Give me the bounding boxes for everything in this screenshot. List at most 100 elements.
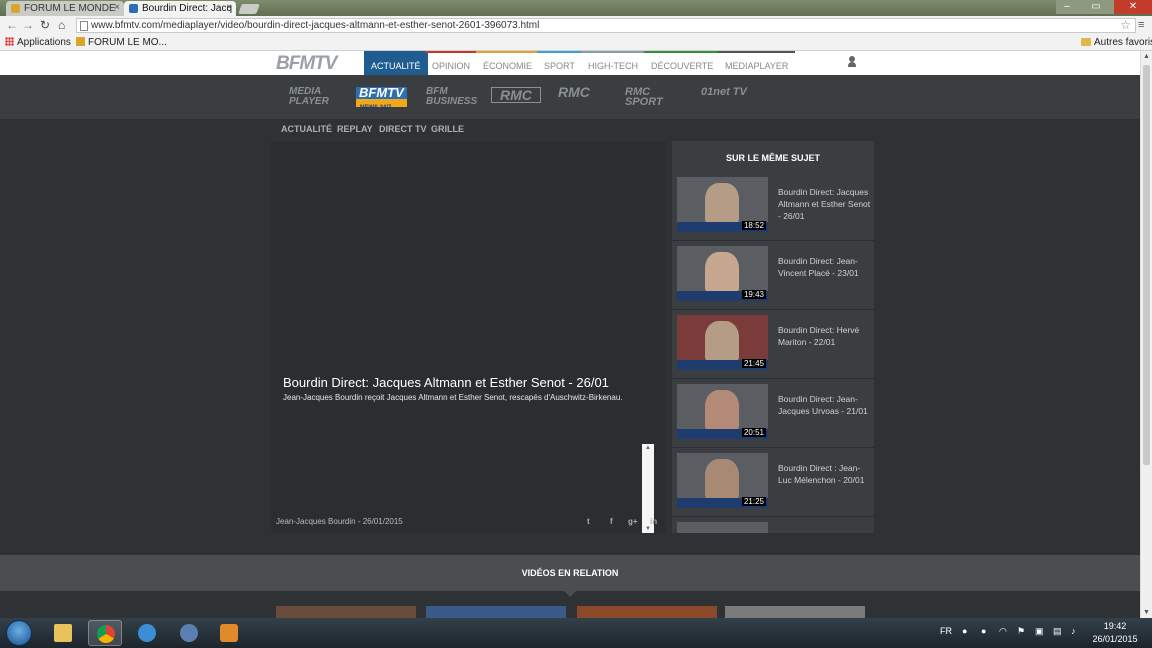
address-bar[interactable]: www.bfmtv.com/mediaplayer/video/bourdin-…	[76, 18, 1136, 33]
channel-bfmtv[interactable]: BFMTV	[356, 86, 407, 107]
tab-label: Bourdin Direct: Jacq	[142, 3, 233, 14]
new-tab-button[interactable]	[238, 4, 260, 14]
video-player[interactable]: Bourdin Direct: Jacques Altmann et Esthe…	[271, 141, 666, 533]
video-thumbnail[interactable]: 21:25	[677, 453, 768, 508]
system-clock[interactable]: 19:42 26/01/2015	[1090, 620, 1140, 646]
related-item-partial[interactable]	[672, 517, 874, 533]
nav-opinion[interactable]: OPINION	[425, 51, 478, 75]
relation-video-thumbnail[interactable]	[276, 606, 416, 618]
browser-tab-bourdin[interactable]: Bourdin Direct: Jacq ×	[124, 1, 236, 16]
site-top-nav: BFMTV ACTUALITÉ OPINION ÉCONOMIE SPORT H…	[0, 51, 1140, 75]
back-arrow-icon[interactable]: ←	[6, 18, 18, 32]
mail-icon	[180, 624, 198, 642]
windows-start-button[interactable]	[6, 620, 32, 646]
scroll-down-icon[interactable]: ▼	[645, 526, 651, 532]
linkedin-icon[interactable]: in	[650, 517, 657, 526]
related-item[interactable]: 21:25 Bourdin Direct : Jean-Luc Mélencho…	[672, 448, 874, 517]
forward-arrow-icon[interactable]: →	[22, 18, 34, 32]
related-item-title[interactable]: Bourdin Direct: Jacques Altmann et Esthe…	[778, 186, 872, 222]
channel-bfmtv-sub: NEWS 24/7	[360, 105, 392, 111]
taskbar-thunderbird[interactable]	[172, 620, 206, 646]
thumbnail-person	[705, 459, 739, 499]
network-icon[interactable]: ▤	[1053, 626, 1062, 637]
googleplus-icon[interactable]: g+	[628, 517, 638, 526]
taskbar-media-player[interactable]	[212, 620, 246, 646]
video-thumbnail[interactable]: 21:45	[677, 315, 768, 370]
nav-sport[interactable]: SPORT	[537, 51, 582, 75]
nav-economie[interactable]: ÉCONOMIE	[476, 51, 540, 75]
bookmark-apps[interactable]: Applications	[5, 37, 71, 48]
relation-video-thumbnail[interactable]	[426, 606, 566, 618]
video-thumbnail[interactable]: 20:51	[677, 384, 768, 439]
channel-01net-tv[interactable]: 01net TV	[701, 87, 747, 98]
taskbar-explorer[interactable]	[46, 620, 80, 646]
bookmark-forum-label: FORUM LE MO...	[88, 37, 167, 48]
home-icon[interactable]: ⌂	[58, 18, 65, 32]
close-window-button[interactable]: ✕	[1114, 0, 1152, 14]
page-scrollbar[interactable]: ▲ ▼	[1140, 51, 1152, 618]
video-thumbnail[interactable]	[677, 522, 768, 533]
video-duration: 19:43	[741, 290, 766, 299]
bookmark-star-icon[interactable]: ☆	[1120, 18, 1131, 32]
related-item-title[interactable]: Bourdin Direct: Jean-Jacques Urvoas - 21…	[778, 393, 872, 417]
channel-rmc-sport[interactable]: RMC SPORT	[625, 87, 685, 108]
chrome-menu-icon[interactable]: ≡	[1138, 19, 1144, 31]
channel-bfm-business[interactable]: BFM BUSINESS	[426, 87, 477, 107]
video-duration: 20:51	[741, 428, 766, 437]
reload-icon[interactable]: ↻	[40, 18, 50, 32]
taskbar-ie[interactable]	[130, 620, 164, 646]
apps-grid-icon	[5, 37, 14, 46]
bookmark-forum[interactable]: FORUM LE MO...	[76, 37, 167, 48]
subnav-grille[interactable]: GRILLE	[431, 124, 464, 134]
internet-explorer-icon	[138, 624, 156, 642]
video-duration: 21:25	[741, 497, 766, 506]
close-tab-icon[interactable]: ×	[226, 2, 232, 13]
related-item[interactable]: 18:52 Bourdin Direct: Jacques Altmann et…	[672, 172, 874, 241]
scrollbar-thumb[interactable]	[1143, 65, 1150, 465]
bookmarks-bar: Applications FORUM LE MO... Autres favor…	[0, 35, 1152, 51]
bookmark-other[interactable]: Autres favoris	[1081, 37, 1152, 48]
twitter-icon[interactable]: t	[587, 517, 590, 526]
nav-actualite[interactable]: ACTUALITÉ	[364, 51, 428, 75]
action-center-flag-icon[interactable]: ⚑	[1017, 626, 1025, 637]
close-tab-icon[interactable]: ×	[114, 2, 120, 13]
display-icon[interactable]: ▣	[1035, 626, 1044, 637]
sub-nav: ACTUALITÉ REPLAY DIRECT TV GRILLE	[0, 119, 1140, 141]
scroll-up-icon[interactable]: ▲	[645, 445, 651, 451]
related-item-title[interactable]: Bourdin Direct: Hervé Mariton - 22/01	[778, 324, 872, 348]
related-item-title[interactable]: Bourdin Direct: Jean-Vincent Placé - 23/…	[778, 255, 872, 279]
relation-video-thumbnail[interactable]	[577, 606, 717, 618]
scroll-down-icon[interactable]: ▼	[1143, 609, 1150, 616]
related-item[interactable]: 19:43 Bourdin Direct: Jean-Vincent Placé…	[672, 241, 874, 310]
skype-icon[interactable]: ●	[981, 626, 986, 636]
channel-media-player[interactable]: MEDIA PLAYER	[289, 87, 339, 107]
video-thumbnail[interactable]: 19:43	[677, 246, 768, 301]
user-account-icon[interactable]	[848, 56, 856, 68]
subnav-actualite[interactable]: ACTUALITÉ	[281, 124, 332, 134]
video-thumbnail[interactable]: 18:52	[677, 177, 768, 232]
channel-rmc-decouverte[interactable]: RMC	[558, 85, 590, 99]
maximize-window-button[interactable]: ▭	[1078, 0, 1114, 14]
bfmtv-logo[interactable]: BFMTV	[276, 53, 337, 75]
language-indicator[interactable]: FR	[940, 626, 952, 636]
scroll-up-icon[interactable]: ▲	[1143, 53, 1150, 60]
related-item[interactable]: 20:51 Bourdin Direct: Jean-Jacques Urvoa…	[672, 379, 874, 448]
volume-icon[interactable]: ♪	[1071, 626, 1076, 636]
wifi-icon[interactable]: ◠	[999, 626, 1007, 637]
nav-mediaplayer[interactable]: MEDIAPLAYER	[718, 51, 796, 75]
subnav-replay[interactable]: REPLAY	[337, 124, 373, 134]
minimize-window-button[interactable]: –	[1056, 0, 1078, 14]
video-byline: Jean-Jacques Bourdin - 26/01/2015	[276, 517, 403, 526]
facebook-icon[interactable]: f	[610, 517, 613, 526]
related-item-title[interactable]: Bourdin Direct : Jean-Luc Mélenchon - 20…	[778, 462, 872, 486]
channel-rmc[interactable]: RMC	[491, 87, 541, 103]
nav-decouverte[interactable]: DÉCOUVERTE	[644, 51, 721, 75]
nav-high-tech[interactable]: HIGH-TECH	[581, 51, 645, 75]
taskbar-chrome[interactable]	[88, 620, 122, 646]
relation-video-thumbnail[interactable]	[725, 606, 865, 618]
related-item[interactable]: 21:45 Bourdin Direct: Hervé Mariton - 22…	[672, 310, 874, 379]
subnav-direct-tv[interactable]: DIRECT TV	[379, 124, 427, 134]
browser-tab-forum[interactable]: FORUM LE MONDE ×	[6, 1, 124, 16]
network-app-icon[interactable]: ●	[962, 626, 967, 636]
browser-titlebar: FORUM LE MONDE × Bourdin Direct: Jacq × …	[0, 0, 1152, 16]
